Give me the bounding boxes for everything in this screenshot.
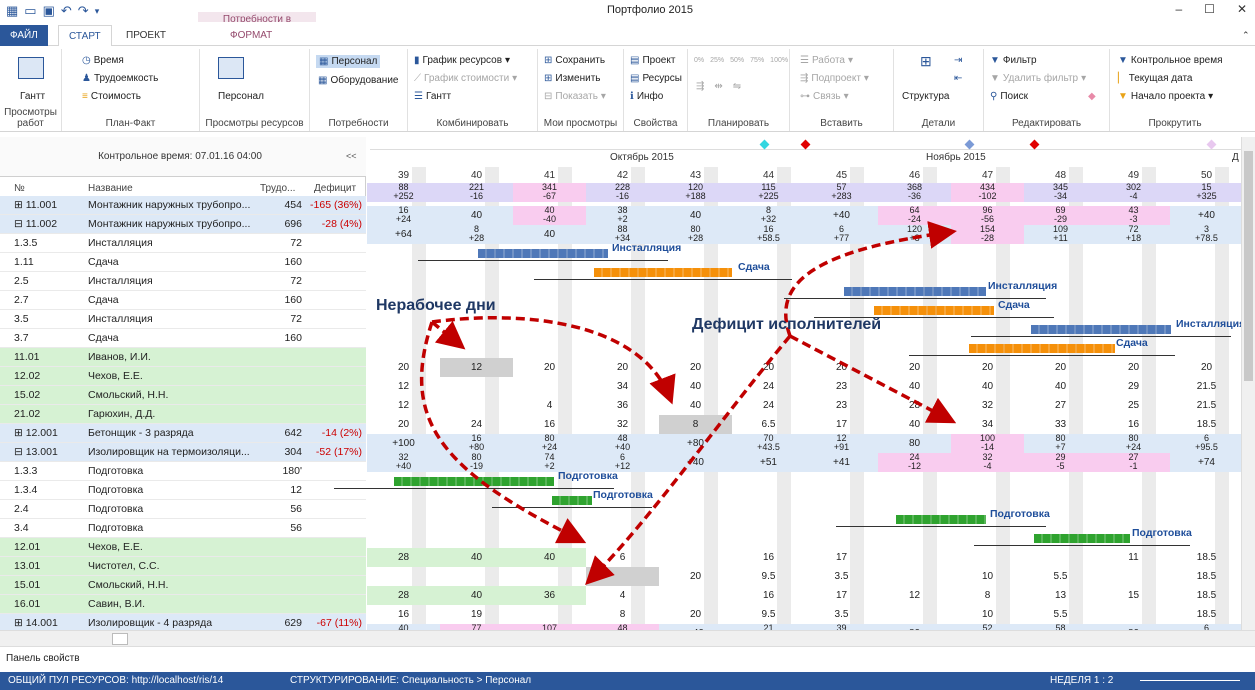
status-structuring: СТРУКТУРИРОВАНИЕ: Специальность > Персон… bbox=[290, 675, 532, 686]
arrow-nonwork-1 bbox=[430, 320, 466, 350]
app-window: ▦ ▭ ▣ ↶ ↷ ▾ Потребности в персонале Порт… bbox=[0, 0, 1255, 690]
status-bar: ОБЩИЙ ПУЛ РЕСУРСОВ: http://localhost/ris… bbox=[0, 672, 1255, 690]
annotation-nonworking-days: Нерабочее дни bbox=[376, 297, 496, 314]
arrow-deficit-3 bbox=[585, 334, 792, 585]
properties-panel-tab[interactable]: Панель свойств bbox=[6, 653, 80, 664]
status-pool: ОБЩИЙ ПУЛ РЕСУРСОВ: http://localhost/ris… bbox=[8, 675, 224, 686]
arrow-deficit-2 bbox=[789, 334, 957, 424]
vertical-scrollbar[interactable] bbox=[1241, 137, 1255, 630]
annotation-deficit: Дефицит исполнителей bbox=[692, 316, 882, 333]
arrow-nonwork-2 bbox=[431, 316, 676, 405]
horizontal-scrollbar[interactable] bbox=[0, 630, 1255, 646]
zoom-slider[interactable] bbox=[1140, 680, 1240, 681]
annotation-arrows bbox=[419, 221, 957, 585]
arrow-nonwork-3 bbox=[419, 321, 587, 544]
properties-panel-bar: Панель свойств bbox=[0, 646, 1255, 672]
status-zoom: НЕДЕЛЯ 1 : 2 bbox=[1050, 675, 1114, 686]
scroll-thumb[interactable] bbox=[1244, 151, 1253, 381]
hscroll-thumb[interactable] bbox=[112, 633, 128, 645]
